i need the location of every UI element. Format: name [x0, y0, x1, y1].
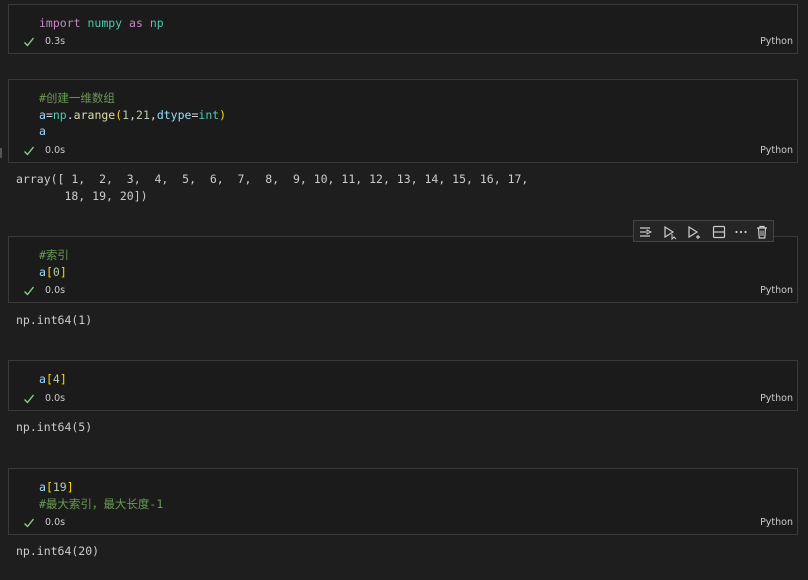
code-token: a: [39, 372, 46, 386]
code-token: import: [39, 16, 81, 30]
code-token: 21: [136, 107, 150, 122]
code-token: .: [66, 107, 74, 122]
code-editor-4[interactable]: a[4]: [39, 371, 67, 388]
execution-time: 0.0s: [45, 285, 66, 296]
code-token: arange: [73, 107, 116, 122]
cell-toolbar: [633, 220, 774, 242]
code-line[interactable]: #索引: [39, 247, 69, 264]
code-cell-1[interactable]: import numpy as np 0.3s Python: [8, 4, 798, 54]
code-token: numpy: [87, 16, 123, 30]
cell-output-5: np.int64(20): [16, 544, 100, 558]
code-token: 0: [52, 264, 60, 279]
code-token: [: [45, 264, 53, 279]
check-icon: [24, 146, 35, 156]
cell-language[interactable]: Python: [760, 36, 793, 47]
code-token: a: [39, 124, 46, 138]
execution-time: 0.0s: [45, 517, 66, 528]
check-icon: [24, 394, 35, 404]
code-line[interactable]: a: [39, 123, 226, 140]
code-token: ]: [59, 264, 67, 279]
code-token: a: [39, 480, 46, 494]
cell-output-4: np.int64(5): [16, 420, 93, 434]
cell-status-bar: 0.0s Python: [9, 145, 797, 159]
delete-cell-icon[interactable]: [754, 224, 770, 240]
code-line[interactable]: #创建一维数组: [39, 90, 226, 107]
code-token: a: [39, 264, 46, 279]
code-token: [: [45, 372, 53, 386]
split-cell-icon[interactable]: [711, 224, 727, 240]
code-editor-3[interactable]: #索引 a[0]: [39, 247, 69, 280]
code-token: ]: [59, 372, 67, 386]
check-icon: [24, 37, 35, 47]
execute-above-icon[interactable]: [638, 224, 654, 240]
execute-cell-and-below-icon[interactable]: [662, 224, 678, 240]
cell-gutter-marker: [0, 148, 2, 158]
code-token: int: [198, 107, 220, 122]
execution-time: 0.0s: [45, 145, 66, 156]
code-cell-2[interactable]: #创建一维数组 a=np.arange(1,21,dtype=int) a 0.0s…: [8, 79, 798, 163]
code-token: dtype: [156, 107, 192, 122]
code-line[interactable]: import numpy as np: [39, 15, 164, 32]
code-token: ,: [129, 107, 137, 122]
execution-time: 0.3s: [45, 36, 66, 47]
code-token: ,: [149, 107, 157, 122]
code-token: #最大索引，最大长度-1: [39, 496, 164, 511]
code-line[interactable]: a[4]: [39, 371, 67, 388]
cell-language[interactable]: Python: [760, 393, 793, 404]
code-token: a: [39, 107, 46, 122]
code-cell-3[interactable]: #索引 a[0] 0.0s Python: [8, 236, 798, 303]
code-line[interactable]: #最大索引，最大长度-1: [39, 496, 163, 513]
code-token: =: [45, 107, 53, 122]
code-line[interactable]: a[0]: [39, 264, 69, 281]
cell-output-2: array([ 1, 2, 3, 4, 5, 6, 7, 8, 9, 10, 1…: [16, 172, 529, 203]
code-editor-1[interactable]: import numpy as np: [39, 15, 164, 32]
execution-time: 0.0s: [45, 393, 66, 404]
code-token: as: [129, 16, 143, 30]
cell-language[interactable]: Python: [760, 285, 793, 296]
code-line[interactable]: a[19]: [39, 479, 163, 496]
code-cell-5[interactable]: a[19] #最大索引，最大长度-1 0.0s Python: [8, 468, 798, 535]
code-token: 4: [52, 372, 60, 386]
code-token: [: [45, 480, 53, 494]
execute-and-advance-icon[interactable]: [686, 224, 702, 240]
cell-output-3: np.int64(1): [16, 313, 93, 327]
cell-status-bar: 0.0s Python: [9, 517, 797, 531]
code-token: ]: [66, 480, 74, 494]
cell-status-bar: 0.0s Python: [9, 285, 797, 299]
cell-status-bar: 0.0s Python: [9, 393, 797, 407]
cell-language[interactable]: Python: [760, 517, 793, 528]
check-icon: [24, 286, 35, 296]
code-token: #创建一维数组: [39, 91, 115, 105]
code-line[interactable]: a=np.arange(1,21,dtype=int): [39, 107, 226, 124]
cell-language[interactable]: Python: [760, 145, 793, 156]
code-token: #索引: [39, 248, 69, 262]
code-token: ): [219, 107, 227, 122]
check-icon: [24, 518, 35, 528]
cell-status-bar: 0.3s Python: [9, 36, 797, 50]
code-token: np: [52, 107, 67, 122]
code-editor-5[interactable]: a[19] #最大索引，最大长度-1: [39, 479, 163, 512]
more-actions-icon[interactable]: [733, 224, 749, 240]
code-token: 19: [52, 480, 67, 494]
code-cell-4[interactable]: a[4] 0.0s Python: [8, 360, 798, 411]
code-editor-2[interactable]: #创建一维数组 a=np.arange(1,21,dtype=int) a: [39, 90, 226, 140]
code-token: np: [149, 16, 164, 30]
